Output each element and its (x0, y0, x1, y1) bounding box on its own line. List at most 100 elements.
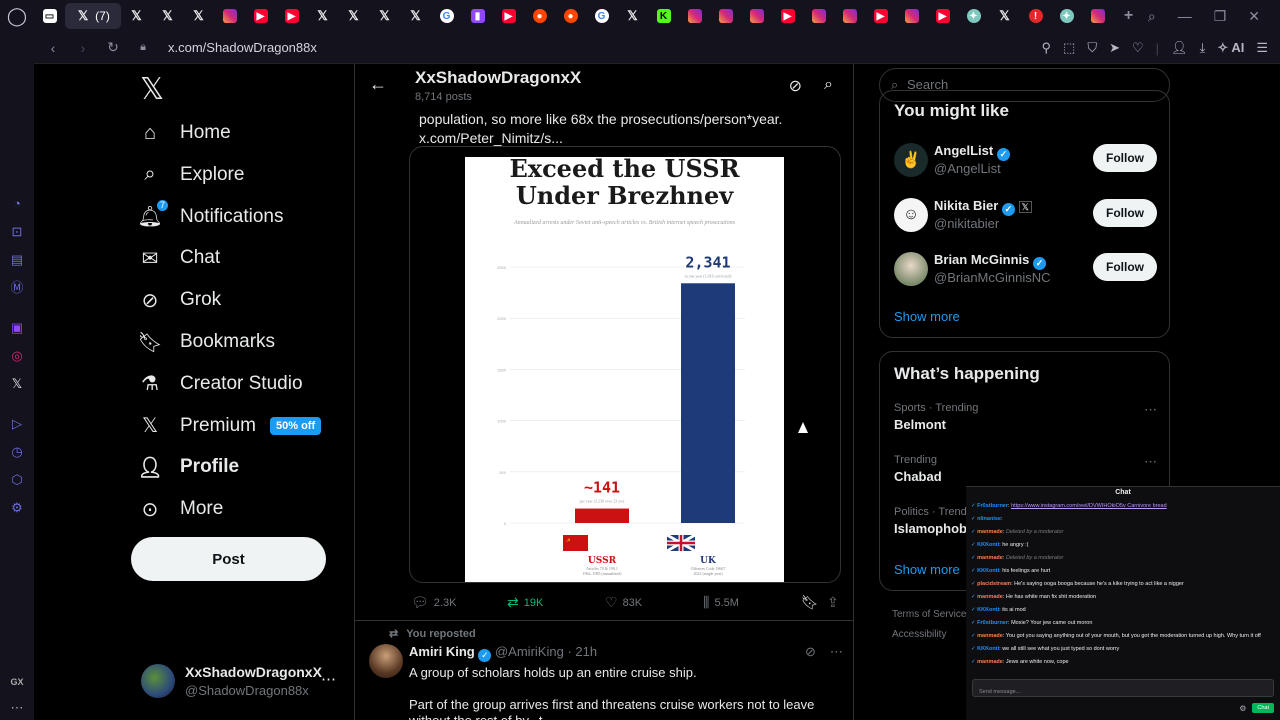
browser-tab[interactable]: ▶ (245, 3, 276, 29)
browser-tab[interactable] (710, 3, 741, 29)
chat-input[interactable] (973, 684, 1273, 700)
nav-item-home[interactable]: ⌂ Home (138, 113, 231, 153)
follow-button[interactable]: Follow (1093, 253, 1157, 281)
tab-workspaces[interactable]: ▭ (34, 3, 65, 29)
browser-tab[interactable]: ▶ (493, 3, 524, 29)
browser-tab[interactable]: 𝕏 (121, 3, 152, 29)
footer-link[interactable]: Accessibility (892, 629, 946, 640)
trend-item[interactable]: Trending Chabad ⋯ (894, 454, 1157, 490)
browser-tab[interactable]: ✦ (958, 3, 989, 29)
close-window-icon[interactable]: ✕ (1248, 8, 1260, 25)
x-logo-icon[interactable]: 𝕏 (140, 72, 164, 107)
twitch-sidebar-icon[interactable]: ▣ (9, 320, 25, 336)
news-icon[interactable]: ▤ (9, 252, 25, 268)
nav-item-grok[interactable]: ⊘ Grok (138, 280, 222, 320)
tweet-time[interactable]: 21h (575, 644, 597, 659)
menu-icon[interactable]: ☰ (1256, 40, 1268, 56)
show-more-link[interactable]: Show more (894, 309, 960, 324)
browser-tab[interactable]: ▶ (276, 3, 307, 29)
browser-tab[interactable] (834, 3, 865, 29)
suggested-account[interactable]: ☺ Nikita Bier ✓ 𝕏 @nikitabier Follow (894, 194, 1157, 234)
nav-item-more[interactable]: ⊙ More (138, 489, 224, 529)
browser-tab[interactable]: 𝕏 (989, 3, 1020, 29)
chart-image[interactable]: Exceed the USSR Under Brezhnev Annualize… (465, 155, 784, 582)
views-button[interactable]: ⫼ 5.5M (703, 594, 739, 611)
back-icon[interactable]: ‹ (42, 40, 64, 56)
browser-tab[interactable]: G (586, 3, 617, 29)
browser-tab[interactable]: ● (524, 3, 555, 29)
suggested-account[interactable]: Brian McGinnis ✓ @BrianMcGinnisNC Follow (894, 248, 1157, 288)
browser-tab[interactable] (896, 3, 927, 29)
follow-button[interactable]: Follow (1093, 199, 1157, 227)
minimize-icon[interactable]: — (1178, 8, 1192, 24)
heart-icon[interactable]: ♡ (1132, 40, 1144, 56)
history-icon[interactable]: ◷ (9, 444, 25, 460)
back-arrow-icon[interactable]: ← (369, 74, 387, 95)
chat-link[interactable]: https://www.instagram.com/reel/DVWIHOkiO… (1011, 503, 1167, 509)
nav-item-explore[interactable]: ⌕ Explore (138, 155, 244, 195)
pin-icon[interactable]: ⚲ (1042, 40, 1052, 56)
browser-tab[interactable]: 𝕏 (183, 3, 214, 29)
browser-tab[interactable]: 𝕏 (338, 3, 369, 29)
chat-username[interactable]: manmade (977, 555, 1003, 561)
gear-icon[interactable]: ⚙ (1239, 704, 1246, 713)
chat-username[interactable]: KKKonti (977, 542, 999, 548)
share-button[interactable]: ⇪ (827, 594, 839, 611)
x-sidebar-icon[interactable]: 𝕏 (9, 376, 25, 392)
suggested-account[interactable]: ✌ AngelList ✓ @AngelList Follow (894, 139, 1157, 179)
more-icon[interactable]: ⋯ (1144, 402, 1157, 418)
browser-tab[interactable]: ▶ (865, 3, 896, 29)
chat-username[interactable]: nlinanise (977, 516, 1001, 522)
chat-username[interactable]: Fr0stburner (977, 503, 1008, 509)
nav-item-premium[interactable]: 𝕏 Premium 50% off (138, 406, 322, 446)
browser-tab[interactable] (1082, 3, 1113, 29)
chat-username[interactable]: manmade (977, 594, 1003, 600)
player-icon[interactable]: ▷ (9, 416, 25, 432)
browser-tab[interactable] (741, 3, 772, 29)
nav-item-creator-studio[interactable]: ⚗ Creator Studio (138, 364, 302, 404)
browser-tab[interactable]: 𝕏 (400, 3, 431, 29)
messenger-icon[interactable]: Ⓜ (9, 280, 25, 296)
extensions-icon[interactable]: ⬡ (9, 472, 25, 488)
instagram-sidebar-icon[interactable]: ◎ (9, 348, 25, 364)
forward-icon[interactable]: › (72, 40, 94, 56)
robot-icon[interactable]: ⊡ (9, 224, 25, 240)
follow-button[interactable]: Follow (1093, 144, 1157, 172)
restore-icon[interactable]: ❐ (1214, 8, 1227, 25)
browser-tab[interactable]: ▶ (927, 3, 958, 29)
tab-active-x[interactable]: 𝕏 (7) (65, 3, 121, 29)
chat-username[interactable]: placidstream (977, 581, 1011, 587)
repost-button[interactable]: ⇄ 19K (507, 594, 543, 611)
opera-logo-icon[interactable]: ◯ (0, 0, 34, 32)
nav-item-notifications[interactable]: 🔔︎ 7 Notifications (137, 197, 284, 237)
browser-tab[interactable]: 𝕏 (152, 3, 183, 29)
nav-item-chat[interactable]: ✉ Chat (138, 238, 221, 278)
chat-username[interactable]: manmade (977, 659, 1003, 665)
new-tab-button[interactable]: + (1113, 3, 1144, 29)
more-icon[interactable]: ⋯ (830, 644, 843, 660)
url-text[interactable]: x.com/ShadowDragon88x (168, 40, 317, 55)
author-handle[interactable]: @AmiriKing (495, 644, 564, 659)
chat-username[interactable]: KKKonti (977, 568, 999, 574)
browser-tab[interactable] (214, 3, 245, 29)
browser-tab[interactable]: 𝕏 (617, 3, 648, 29)
sidebar-more-icon[interactable]: ⋯ (9, 700, 25, 716)
chat-username[interactable]: KKKonti (977, 646, 999, 652)
browser-tab[interactable]: ▮ (462, 3, 493, 29)
chat-send-button[interactable]: Chat (1252, 703, 1274, 713)
account-switcher[interactable]: XxShadowDragonxX @ShadowDragon88x ⋯ (141, 664, 341, 700)
settings-icon[interactable]: ⚙ (9, 500, 25, 516)
browser-tab[interactable]: 𝕏 (307, 3, 338, 29)
nav-item-profile[interactable]: 👤︎ Profile (137, 447, 239, 487)
send-icon[interactable]: ➤ (1109, 40, 1120, 56)
reply-button[interactable]: 💬︎ 2.3K (411, 594, 456, 611)
shield-icon[interactable]: ⛉ (1087, 40, 1097, 56)
chat-username[interactable]: manmade (977, 633, 1003, 639)
ai-button[interactable]: ✧ AI (1217, 40, 1244, 56)
tab-search-icon[interactable]: ⌕ (1148, 8, 1156, 25)
author-name[interactable]: Amiri King (409, 644, 475, 659)
snapshot-icon[interactable]: ⬚ (1063, 40, 1075, 56)
chat-username[interactable]: KKKonti (977, 607, 999, 613)
nav-item-bookmarks[interactable]: 🔖︎ Bookmarks (137, 322, 275, 362)
browser-tab[interactable]: ▶ (772, 3, 803, 29)
